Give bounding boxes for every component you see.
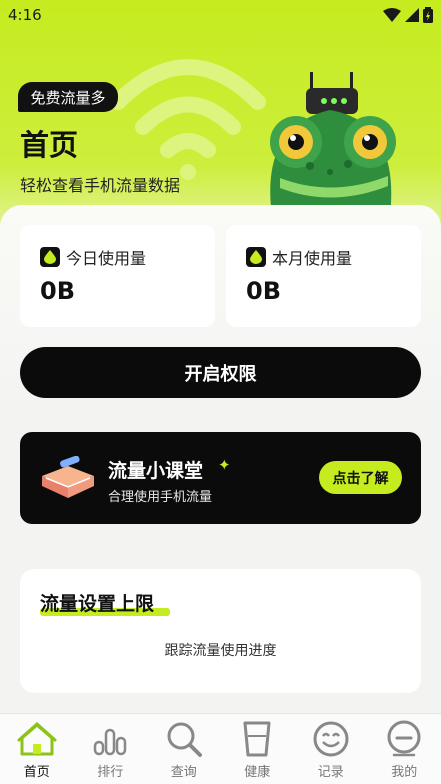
tab-profile-label: 我的 xyxy=(391,765,418,780)
tab-records[interactable]: 记录 xyxy=(294,714,368,784)
tab-records-label: 记录 xyxy=(317,765,344,780)
bar-chart-icon xyxy=(94,728,127,756)
tab-query-label: 查询 xyxy=(170,765,197,780)
sparkle-icon: ✦ xyxy=(218,456,231,474)
enable-permission-button[interactable]: 开启权限 xyxy=(20,347,421,398)
today-usage-value: 0B xyxy=(40,277,75,305)
status-icons xyxy=(383,7,433,23)
bottom-tab-bar: 首页 排行 查询 健康 记录 我的 xyxy=(0,713,441,784)
tab-home-label: 首页 xyxy=(23,765,50,780)
limit-title: 流量设置上限 xyxy=(40,593,155,615)
page-subtitle: 轻松查看手机流量数据 xyxy=(20,176,181,195)
wifi-signal-icon xyxy=(383,8,401,22)
battery-icon xyxy=(423,7,433,23)
learn-more-button[interactable]: 点击了解 xyxy=(319,461,402,494)
today-usage-label: 今日使用量 xyxy=(66,249,147,268)
book-illustration-icon xyxy=(42,456,94,498)
tab-query[interactable]: 查询 xyxy=(147,714,221,784)
tab-home[interactable]: 首页 xyxy=(0,714,74,784)
wifi-decoration-icon xyxy=(110,59,266,180)
month-usage-label: 本月使用量 xyxy=(272,249,353,268)
smile-icon xyxy=(313,721,349,757)
classroom-subtitle: 合理使用手机流量 xyxy=(108,490,213,505)
search-icon xyxy=(167,722,202,757)
tab-health[interactable]: 健康 xyxy=(221,714,295,784)
home-icon xyxy=(17,721,57,756)
month-usage-card[interactable]: 本月使用量 0B xyxy=(226,225,421,327)
month-usage-value: 0B xyxy=(246,277,281,305)
page-title: 首页 xyxy=(20,128,79,162)
tab-ranking[interactable]: 排行 xyxy=(74,714,148,784)
drop-icon xyxy=(40,247,60,267)
tab-profile[interactable]: 我的 xyxy=(368,714,441,784)
drop-icon xyxy=(246,247,266,267)
traffic-limit-card[interactable]: 流量设置上限 跟踪流量使用进度 xyxy=(20,569,421,693)
limit-description: 跟踪流量使用进度 xyxy=(164,643,277,659)
status-time: 4:16 xyxy=(8,6,42,24)
status-bar: 4:16 xyxy=(0,0,441,30)
cup-icon xyxy=(243,721,271,757)
today-usage-card[interactable]: 今日使用量 0B xyxy=(20,225,215,327)
traffic-classroom-banner[interactable]: 流量小课堂 ✦ 合理使用手机流量 点击了解 xyxy=(20,432,421,524)
profile-icon xyxy=(387,720,421,757)
tab-ranking-label: 排行 xyxy=(97,765,124,780)
classroom-title: 流量小课堂 xyxy=(108,460,204,482)
tab-health-label: 健康 xyxy=(244,765,271,780)
free-traffic-pill: 免费流量多 xyxy=(18,82,118,112)
cell-signal-icon xyxy=(405,8,419,22)
frog-mascot-image xyxy=(270,72,396,216)
